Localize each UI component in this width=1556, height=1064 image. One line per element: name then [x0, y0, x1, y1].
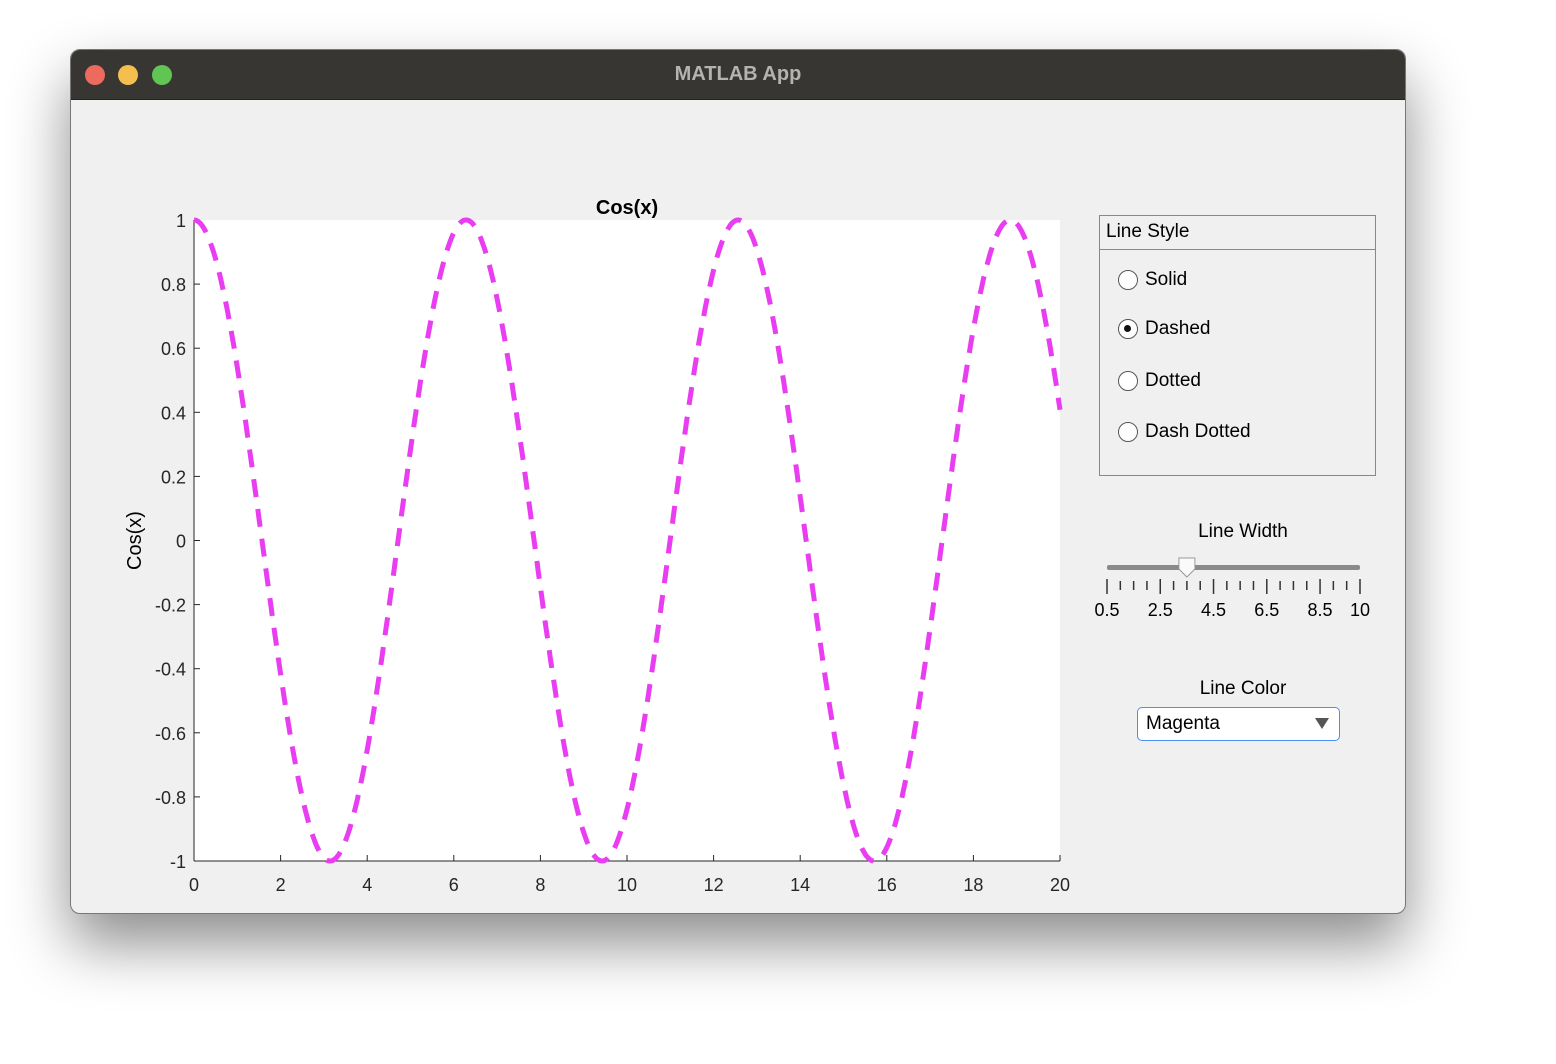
y-tick-label: 0.4	[161, 403, 186, 423]
window-title: MATLAB App	[71, 63, 1405, 86]
x-tick-label: 0	[189, 875, 199, 895]
x-tick-label: 10	[617, 875, 637, 895]
app-window: MATLAB App 02468101214161820-1-0.8-0.6-0…	[70, 49, 1406, 914]
panel-title: Line Style	[1100, 216, 1375, 250]
slider-tick-label: 4.5	[1201, 600, 1226, 620]
radio-dotted[interactable]: Dotted	[1118, 370, 1201, 392]
y-tick-label: 0.6	[161, 339, 186, 359]
slider-tick-label: 8.5	[1308, 600, 1333, 620]
x-tick-label: 18	[963, 875, 983, 895]
chevron-down-icon	[1315, 718, 1329, 729]
radio-circle[interactable]	[1118, 270, 1138, 290]
slider-track[interactable]	[1107, 565, 1360, 570]
radio-circle[interactable]	[1118, 319, 1138, 339]
x-tick-label: 6	[449, 875, 459, 895]
line-style-panel: Line Style Solid Dashed Dotted Dash Dott…	[1099, 215, 1376, 476]
slider-tick-label: 2.5	[1148, 600, 1173, 620]
dropdown-value: Magenta	[1146, 713, 1220, 734]
chart-title: Cos(x)	[596, 197, 658, 219]
y-tick-label: 0.2	[161, 467, 186, 487]
y-axis-label: Cos(x)	[124, 511, 146, 570]
radio-dash-dotted[interactable]: Dash Dotted	[1118, 421, 1251, 443]
radio-circle[interactable]	[1118, 422, 1138, 442]
y-tick-label: -0.2	[155, 596, 186, 616]
x-tick-label: 2	[276, 875, 286, 895]
slider-tick-label: 10	[1350, 600, 1370, 620]
y-tick-label: -1	[170, 852, 186, 872]
y-tick-label: -0.8	[155, 788, 186, 808]
x-tick-label: 4	[362, 875, 372, 895]
cos-chart: 0 2 4 6 8 10 12 14 16 18 20 -1 -0.8 -0.6 -0.4 -0.2 0 0.2 0…	[71, 99, 1091, 899]
y-tick-label: 0	[176, 532, 186, 552]
x-tick-label: 14	[790, 875, 810, 895]
plot-area	[194, 220, 1060, 861]
radio-solid[interactable]: Solid	[1118, 269, 1187, 291]
radio-dashed[interactable]: Dashed	[1118, 318, 1211, 340]
radio-label: Solid	[1145, 269, 1187, 291]
radio-label: Dash Dotted	[1145, 421, 1251, 443]
y-tick-label: -0.4	[155, 660, 186, 680]
y-tick-label: -0.6	[155, 724, 186, 744]
radio-label: Dashed	[1145, 318, 1211, 340]
slider-tick-label: 0.5	[1094, 600, 1119, 620]
title-bar: MATLAB App	[71, 50, 1405, 100]
y-tick-label: 1	[176, 211, 186, 231]
x-tick-label: 12	[704, 875, 724, 895]
line-width-label: Line Width	[1143, 521, 1343, 543]
radio-circle[interactable]	[1118, 371, 1138, 391]
line-color-dropdown[interactable]: Magenta	[1137, 707, 1340, 741]
slider-thumb[interactable]	[1179, 558, 1195, 577]
line-width-slider[interactable]: 0.5 2.5 4.5 6.5 8.5 10	[1091, 550, 1391, 620]
x-tick-label: 8	[535, 875, 545, 895]
line-color-label: Line Color	[1143, 678, 1343, 700]
radio-label: Dotted	[1145, 370, 1201, 392]
x-tick-label: 20	[1050, 875, 1070, 895]
slider-tick-label: 6.5	[1254, 600, 1279, 620]
y-tick-label: 0.8	[161, 275, 186, 295]
x-tick-label: 16	[877, 875, 897, 895]
